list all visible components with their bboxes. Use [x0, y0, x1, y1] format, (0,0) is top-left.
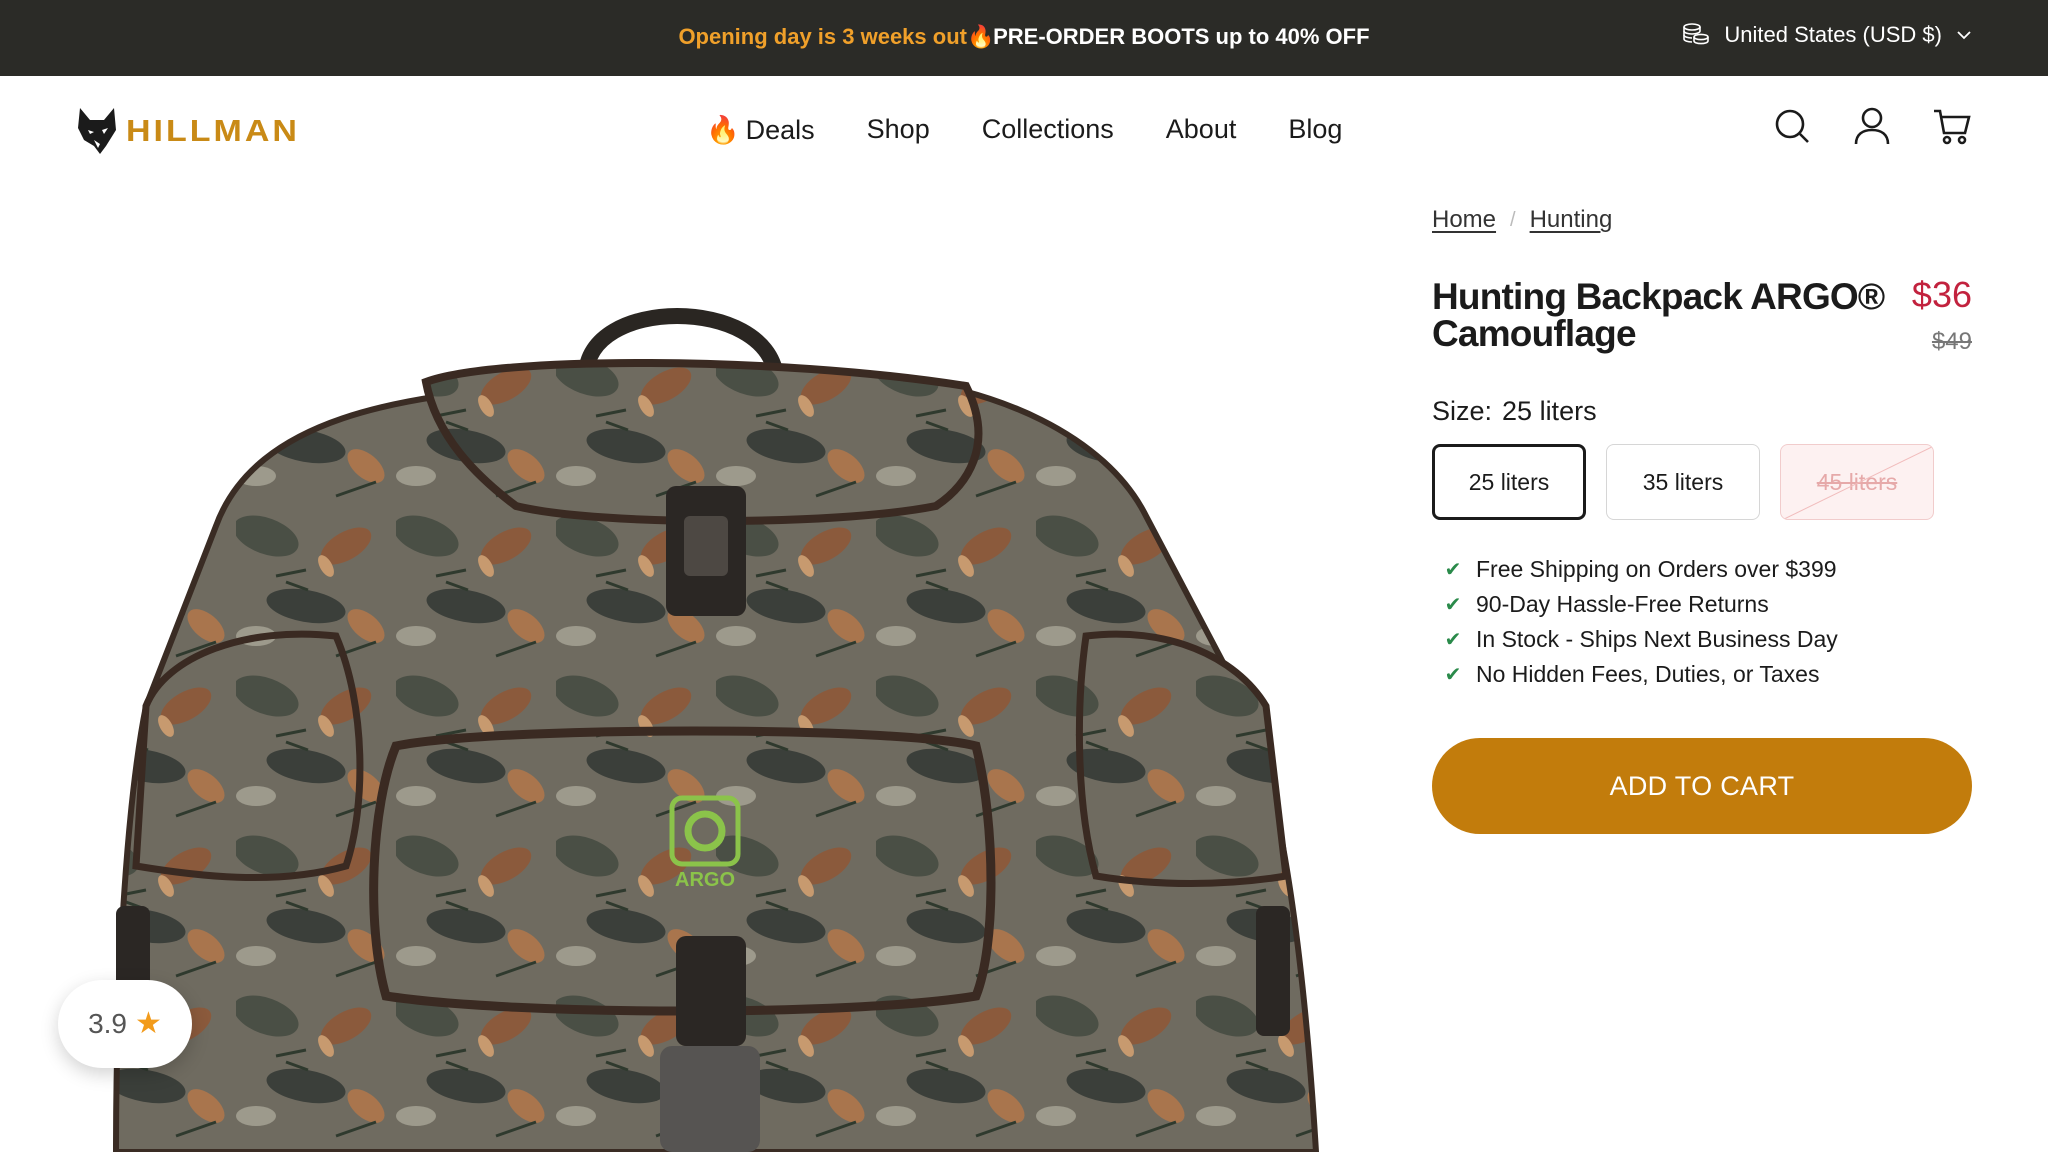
currency-selector[interactable]: United States (USD $) [1682, 22, 1972, 48]
size-option-45[interactable]: 45 liters [1780, 444, 1934, 520]
wolf-head-icon [78, 108, 116, 154]
search-icon [1775, 109, 1809, 143]
site-header: HILLMAN 🔥 Deals Shop Collections About Bl… [0, 76, 2048, 186]
size-option-35[interactable]: 35 liters [1606, 444, 1760, 520]
account-button[interactable] [1852, 106, 1892, 146]
feature-item: ✔ In Stock - Ships Next Business Day [1444, 622, 1838, 657]
header-actions [1772, 106, 1972, 146]
check-icon: ✔ [1444, 559, 1462, 581]
check-icon: ✔ [1444, 664, 1462, 686]
selected-size-value: 25 liters [1502, 396, 1597, 426]
breadcrumb: Home / Hunting [1432, 206, 1612, 234]
search-button[interactable] [1772, 106, 1812, 146]
rating-badge[interactable]: 3.9 ★ [58, 980, 192, 1068]
announcement-bar: Opening day is 3 weeks out🔥 PRE-ORDER BO… [0, 0, 2048, 76]
breadcrumb-home[interactable]: Home [1432, 206, 1496, 234]
backpack-image: ARGO [112, 308, 1320, 1152]
feature-list: ✔ Free Shipping on Orders over $399 ✔ 90-D… [1444, 552, 1838, 692]
product-title: Hunting Backpack ARGO® Camouflage [1432, 276, 1885, 354]
star-icon: ★ [135, 1007, 162, 1040]
size-option-25[interactable]: 25 liters [1432, 444, 1586, 520]
cart-button[interactable] [1932, 106, 1972, 146]
size-options: 25 liters 35 liters 45 liters [1432, 444, 1934, 520]
feature-text: 90-Day Hassle-Free Returns [1476, 591, 1769, 617]
nav-item-shop[interactable]: Shop [867, 114, 930, 146]
cart-icon [1934, 109, 1971, 145]
currency-label: United States (USD $) [1724, 22, 1942, 47]
fire-icon: 🔥 [966, 24, 995, 49]
nav-item-blog[interactable]: Blog [1288, 114, 1342, 146]
announcement-text: PRE-ORDER BOOTS up to 40% OFF [986, 24, 1370, 49]
product-image[interactable]: ARGO [76, 186, 1366, 1152]
coins-icon [1683, 23, 1710, 45]
check-icon: ✔ [1444, 629, 1462, 651]
feature-item: ✔ 90-Day Hassle-Free Returns [1444, 587, 1838, 622]
product-price: $36 [1911, 274, 1972, 315]
feature-text: Free Shipping on Orders over $399 [1476, 556, 1837, 582]
check-icon: ✔ [1444, 594, 1462, 616]
nav-item-about[interactable]: About [1166, 114, 1237, 146]
feature-item: ✔ Free Shipping on Orders over $399 [1444, 552, 1838, 587]
chevron-down-icon [1957, 31, 1971, 40]
size-label-text: Size: [1432, 396, 1493, 426]
announcement-highlight: Opening day is 3 weeks out [678, 24, 967, 49]
fire-icon: 🔥 [706, 115, 740, 145]
rating-value: 3.9 [88, 1008, 128, 1039]
argo-brand-text: ARGO [675, 869, 735, 891]
logo-text: HILLMAN [126, 113, 300, 148]
feature-text: In Stock - Ships Next Business Day [1476, 626, 1838, 652]
account-icon [1854, 107, 1890, 145]
breadcrumb-hunting[interactable]: Hunting [1530, 206, 1613, 234]
size-label: Size: 25 liters [1432, 396, 1597, 427]
compare-price: $49 [1931, 328, 1972, 355]
nav-item-deals[interactable]: 🔥 Deals [706, 114, 815, 146]
feature-item: ✔ No Hidden Fees, Duties, or Taxes [1444, 657, 1838, 692]
main-nav: 🔥 Deals Shop Collections About Blog [706, 114, 1342, 146]
nav-item-collections[interactable]: Collections [982, 114, 1114, 146]
nav-item-label: Deals [745, 115, 815, 145]
feature-text: No Hidden Fees, Duties, or Taxes [1476, 661, 1820, 687]
site-logo[interactable]: HILLMAN [76, 106, 300, 156]
add-to-cart-button[interactable]: ADD TO CART [1432, 738, 1972, 834]
breadcrumb-separator: / [1510, 209, 1516, 231]
